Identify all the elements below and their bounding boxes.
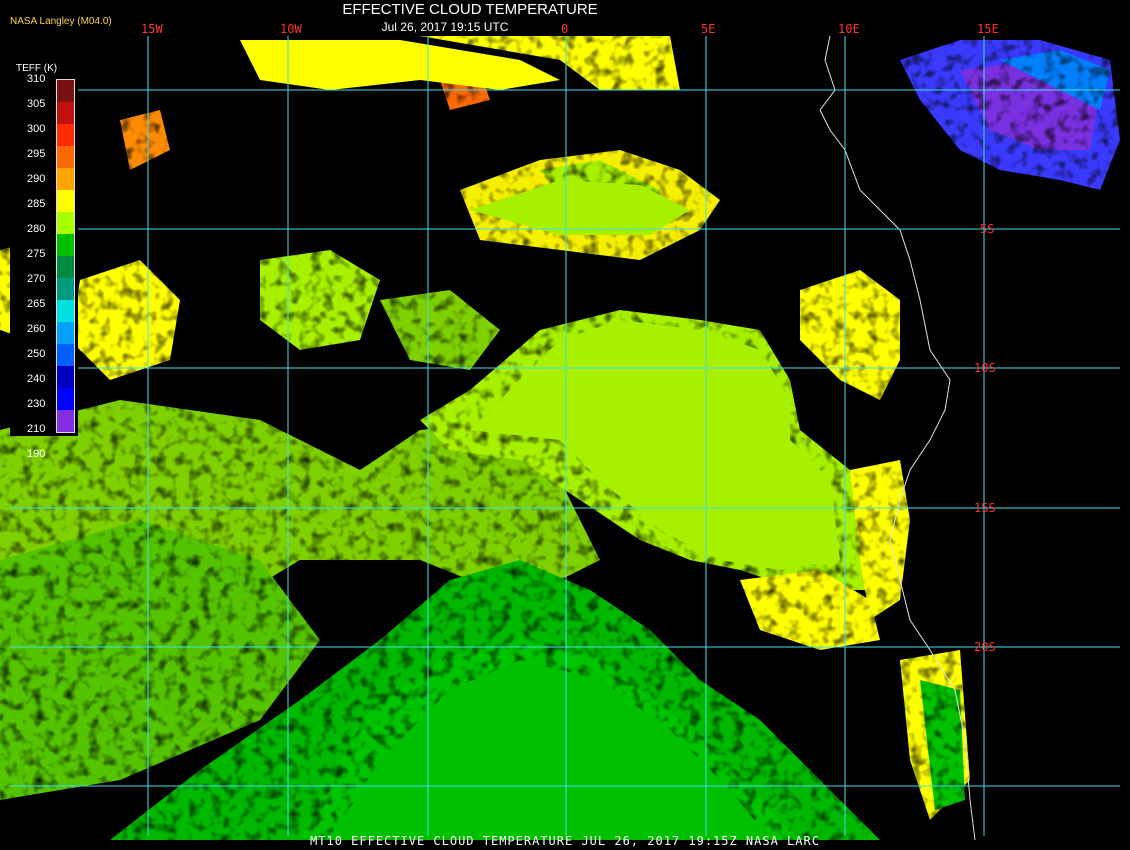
footer-caption: MT10 EFFECTIVE CLOUD TEMPERATURE JUL 26,… bbox=[310, 834, 820, 848]
color-swatch bbox=[57, 300, 74, 322]
lat-label-10s: 10S bbox=[974, 361, 996, 375]
color-swatch bbox=[57, 278, 74, 300]
color-swatch bbox=[57, 102, 74, 124]
color-swatch bbox=[57, 410, 74, 432]
color-swatch bbox=[57, 322, 74, 344]
legend-tick: 270 bbox=[27, 273, 46, 285]
legend-tick: 260 bbox=[27, 323, 46, 335]
credit-label: NASA Langley (M04.0) bbox=[10, 16, 112, 27]
legend-tick: 190 bbox=[27, 448, 46, 460]
legend-tick: 310 bbox=[27, 73, 46, 85]
color-swatch bbox=[57, 124, 74, 146]
cloud-temperature-map bbox=[0, 0, 1130, 850]
legend-tick: 265 bbox=[27, 298, 46, 310]
legend-tick: 295 bbox=[27, 148, 46, 160]
legend-tick: 290 bbox=[27, 173, 46, 185]
lon-label-15e: 15E bbox=[977, 22, 999, 36]
legend-tick: 285 bbox=[27, 198, 46, 210]
lon-label-0: 0 bbox=[561, 22, 569, 36]
legend-tick: 305 bbox=[27, 98, 46, 110]
legend-tick: 210 bbox=[27, 423, 46, 435]
lon-label-10e: 10E bbox=[838, 22, 860, 36]
color-swatch bbox=[57, 256, 74, 278]
legend-tick: 275 bbox=[27, 248, 46, 260]
color-swatch bbox=[57, 234, 74, 256]
lat-label-15s: 15S bbox=[974, 501, 996, 515]
color-swatch bbox=[57, 212, 74, 234]
legend-tick: 240 bbox=[27, 373, 46, 385]
lat-label-20s: 20S bbox=[974, 640, 996, 654]
map-title: EFFECTIVE CLOUD TEMPERATURE bbox=[342, 1, 598, 18]
lon-label-5e: 5E bbox=[701, 22, 716, 36]
lat-label-5s: 5S bbox=[980, 222, 995, 236]
color-swatch bbox=[57, 168, 74, 190]
map-timestamp: Jul 26, 2017 19:15 UTC bbox=[381, 20, 509, 34]
color-scale-bar bbox=[56, 79, 75, 433]
lon-label-15w: 15W bbox=[141, 22, 163, 36]
color-swatch bbox=[57, 80, 74, 102]
color-swatch bbox=[57, 366, 74, 388]
color-swatch bbox=[57, 388, 74, 410]
color-swatch bbox=[57, 190, 74, 212]
legend-tick: 250 bbox=[27, 348, 46, 360]
lon-label-10w: 10W bbox=[280, 22, 302, 36]
legend-tick: 280 bbox=[27, 223, 46, 235]
legend-tick: 300 bbox=[27, 123, 46, 135]
color-swatch bbox=[57, 344, 74, 366]
color-swatch bbox=[57, 146, 74, 168]
legend-tick: 230 bbox=[27, 398, 46, 410]
